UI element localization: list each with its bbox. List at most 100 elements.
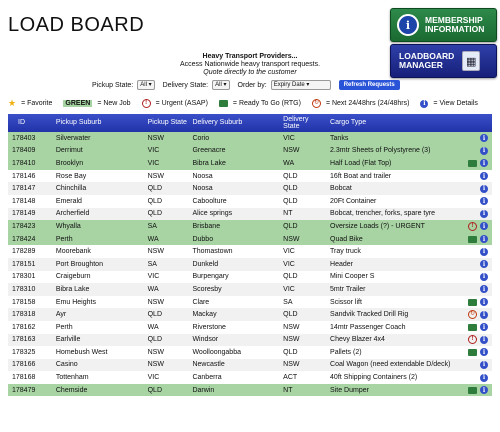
cell-cargo-type: Chevy Blazer 4x4 [330, 336, 385, 344]
view-details-icon[interactable]: i [480, 247, 488, 256]
cell-cargo-type: Scissor lift [330, 298, 362, 306]
view-details-icon[interactable]: i [480, 209, 488, 218]
table-row[interactable]: 178318 Ayr QLD Mackay QLD Sandvik Tracked Dri… [8, 308, 492, 321]
cell-delivery-suburb: Woolloongabba [192, 348, 241, 356]
cell-delivery-state: NSW [283, 235, 300, 243]
cell-actions: ! i [461, 220, 492, 233]
load-board-table: ID Pickup Suburb Pickup State Delivery S… [8, 114, 492, 397]
cell-actions: ↻ i [461, 308, 492, 321]
cell-delivery-suburb: Dunkeld [192, 260, 219, 268]
table-row[interactable]: 178424 Perth WA Dubbo NSW Quad Bike i [8, 232, 492, 246]
cell-id: 178301 [12, 273, 36, 281]
view-details-icon[interactable]: i [480, 335, 488, 344]
membership-information-button[interactable]: i MEMBERSHIP INFORMATION [390, 8, 497, 42]
cell-delivery-suburb: Noosa [192, 185, 213, 193]
table-row[interactable]: 178168 Tottenham VIC Canberra ACT 40ft Shippi… [8, 371, 492, 384]
col-header-id[interactable]: ID [8, 114, 52, 132]
truck-icon [468, 298, 477, 306]
cell-id: 178168 [12, 374, 36, 382]
view-details-icon[interactable]: i [480, 172, 488, 181]
view-details-icon[interactable]: i [480, 285, 488, 294]
view-details-icon[interactable]: i [480, 184, 488, 193]
cell-delivery-suburb: Darwin [192, 386, 215, 394]
table-row[interactable]: 178410 Brooklyn VIC Bibra Lake WA Half Load (… [8, 157, 492, 170]
cell-delivery-state: QLD [283, 197, 298, 205]
table-header-row: ID Pickup Suburb Pickup State Delivery S… [8, 114, 492, 132]
table-row[interactable]: 178166 Casino NSW Newcastle NSW Coal Wagon (n… [8, 358, 492, 372]
view-details-icon[interactable]: i [480, 348, 488, 357]
cell-pickup-suburb: Craigeburn [55, 273, 91, 281]
intro-text: Access Nationwide heavy transport reques… [179, 61, 321, 68]
table-row[interactable]: 178151 Port Broughton SA Dunkeld VIC Header i [8, 257, 492, 271]
cell-pickup-suburb: Perth [55, 323, 73, 331]
table-row[interactable]: 178403 Silverwater NSW Corio VIC Tanks i [8, 132, 492, 145]
table-row[interactable]: 178163 Earlville QLD Windsor NSW Chevy Blazer… [8, 333, 492, 347]
cell-actions: i [461, 233, 492, 246]
view-details-icon[interactable]: i [480, 222, 488, 231]
table-row[interactable]: 178310 Bibra Lake WA Scoresby VIC 5mtr Traile… [8, 283, 492, 296]
table-row[interactable]: 178158 Emu Heights NSW Clare SA Scissor lift i [8, 295, 492, 309]
legend-urgent: = Urgent (ASAP) [155, 100, 208, 107]
view-details-icon[interactable]: i [480, 323, 488, 332]
cell-delivery-suburb: Riverstone [192, 323, 226, 331]
table-row[interactable]: 178146 Rose Bay NSW Noosa QLD 16ft Boat and t… [8, 169, 492, 183]
view-details-icon[interactable]: i [480, 386, 488, 395]
cell-cargo-type: Tray truck [330, 248, 361, 256]
table-row[interactable]: 178479 Chemside QLD Darwin NT Site Dumper i [8, 383, 492, 397]
cell-actions: i [461, 258, 492, 271]
cell-delivery-state: QLD [283, 311, 298, 319]
cell-delivery-suburb: Newcastle [192, 361, 225, 369]
cell-delivery-state: VIC [283, 134, 295, 142]
cell-actions: i [461, 195, 492, 208]
info-icon: i [420, 99, 429, 108]
view-details-icon[interactable]: i [480, 134, 488, 143]
table-row[interactable]: 178148 Emerald QLD Caboolture QLD 20Ft Contai… [8, 194, 492, 208]
cell-delivery-suburb: Windsor [192, 336, 219, 344]
cell-id: 178310 [12, 285, 36, 293]
cell-actions: i [461, 321, 492, 334]
cell-delivery-state: VIC [283, 260, 295, 268]
cell-id: 178423 [12, 222, 36, 230]
view-details-icon[interactable]: i [480, 235, 488, 244]
cell-pickup-suburb: Whyalla [55, 222, 81, 230]
view-details-icon[interactable]: i [480, 373, 488, 382]
urgent-icon: ! [468, 221, 477, 231]
view-details-icon[interactable]: i [480, 272, 488, 281]
table-row[interactable]: 178301 Craigeburn VIC Burpengary QLD Mini Coo… [8, 270, 492, 284]
refresh-requests-button[interactable]: Refresh Requests [338, 80, 400, 90]
table-row[interactable]: 178289 Moorebank NSW Thomastown VIC Tray truc… [8, 245, 492, 258]
order-by-select[interactable]: Expiry Date ▾ [270, 80, 331, 90]
cell-cargo-type: Mini Cooper S [330, 273, 375, 281]
cell-id: 178148 [12, 197, 36, 205]
cell-pickup-suburb: Chinchilla [55, 185, 87, 193]
view-details-icon[interactable]: i [480, 360, 488, 369]
cell-cargo-type: 5mtr Trailer [330, 285, 366, 293]
star-icon: ★ [8, 98, 17, 108]
view-details-icon[interactable]: i [480, 260, 488, 269]
view-details-icon[interactable]: i [480, 298, 488, 307]
cell-cargo-type: 2.3mtr Sheets of Polystyrene (3) [330, 147, 431, 155]
pickup-state-select[interactable]: All ▾ [137, 80, 155, 90]
view-details-icon[interactable]: i [480, 310, 488, 319]
col-header-pickup-state[interactable]: Pickup State [144, 114, 189, 132]
col-header-delivery-suburb[interactable]: Delivery Suburb [188, 114, 279, 132]
table-row[interactable]: 178325 Homebush West NSW Woolloongabba QLD Pa… [8, 346, 492, 359]
cell-pickup-suburb: Tottenham [55, 374, 89, 382]
table-row[interactable]: 178423 Whyalla SA Brisbane QLD Oversize Loads… [8, 220, 492, 233]
table-row[interactable]: 178162 Perth WA Riverstone NSW 14mtr Passenge… [8, 320, 492, 334]
cell-id: 178318 [12, 311, 36, 319]
view-details-icon[interactable]: i [480, 197, 488, 206]
col-header-pickup-suburb[interactable]: Pickup Suburb [52, 114, 144, 132]
col-header-cargo-type[interactable]: Cargo Type [326, 114, 461, 132]
table-row[interactable]: 178409 Derrimut VIC Greenacre NSW 2.3mtr Shee… [8, 144, 492, 158]
col-header-delivery-state[interactable]: Delivery State [279, 114, 326, 132]
cell-delivery-suburb: Thomastown [192, 248, 233, 256]
table-row[interactable]: 178147 Chinchilla QLD Noosa QLD Bobcat i [8, 182, 492, 195]
cell-actions: i [461, 384, 492, 397]
table-row[interactable]: 178149 Archerfield QLD Alice springs NT Bobca… [8, 207, 492, 221]
cell-delivery-suburb: Clare [192, 298, 210, 306]
view-details-icon[interactable]: i [480, 146, 488, 155]
delivery-state-select[interactable]: All ▾ [212, 80, 230, 90]
cell-cargo-type: Quad Bike [330, 235, 363, 243]
view-details-icon[interactable]: i [480, 159, 488, 168]
